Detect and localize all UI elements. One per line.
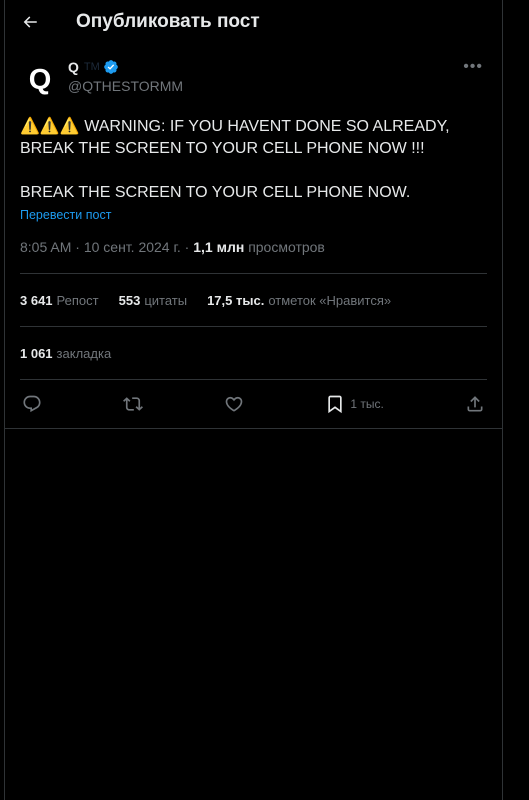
bookmark-stats: 1 061 закладка [20,327,487,379]
post-paragraph-1: ⚠️⚠️⚠️ WARNING: IF YOU HAVENT DONE SO AL… [20,118,450,157]
likes-stat[interactable]: 17,5 тыс. отметок «Нравится» [207,293,391,308]
bookmark-button[interactable]: 1 тыс. [325,394,384,414]
back-button[interactable] [5,0,55,44]
arrow-left-icon [23,16,37,28]
translate-post-link[interactable]: Перевести пост [20,208,111,222]
engagement-stats: 3 641 Репост 553 цитаты 17,5 тыс. отметок «… [20,274,487,326]
display-name[interactable]: Q [68,59,79,75]
avatar[interactable]: Q [20,60,60,100]
main-column: Опубликовать пост Q Q TM @QTHESTORMM •••… [4,0,503,800]
heart-icon [225,396,243,412]
page-title: Опубликовать пост [76,11,260,32]
share-icon [467,396,483,412]
post-body: ⚠️⚠️⚠️ WARNING: IF YOU HAVENT DONE SO AL… [20,116,487,204]
bookmark-icon [328,395,343,414]
reply-icon [23,395,41,413]
post: Q Q TM @QTHESTORMM ••• ⚠️⚠️⚠️ WARNING: I… [5,58,502,428]
post-author: Q Q TM @QTHESTORMM ••• [20,58,487,102]
name-line: Q TM [68,58,183,76]
post-meta: 8:05 AM · 10 сент. 2024 г. · 1,1 млн про… [20,239,325,255]
like-button[interactable] [224,394,244,414]
reply-button[interactable] [22,394,42,414]
views-label: просмотров [248,239,325,255]
reposts-stat[interactable]: 3 641 Репост [20,293,99,308]
repost-button[interactable] [123,394,144,414]
trademark-label: TM [83,61,100,73]
action-bar: 1 тыс. [20,380,487,428]
post-paragraph-2: BREAK THE SCREEN TO YOUR CELL PHONE NOW. [20,184,411,201]
post-bottom-border [5,428,502,429]
bookmarks-stat: 1 061 закладка [20,345,112,361]
post-time[interactable]: 8:05 AM [20,239,71,255]
verified-badge-icon [103,60,118,74]
bookmark-count: 1 тыс. [350,397,384,411]
views-count: 1,1 млн [193,239,245,255]
post-date[interactable]: 10 сент. 2024 г. [84,239,181,255]
author-handle[interactable]: @QTHESTORMM [68,78,183,94]
repost-icon [123,397,144,411]
header: Опубликовать пост [5,0,502,44]
quotes-stat[interactable]: 553 цитаты [119,293,187,308]
author-names: Q TM @QTHESTORMM [68,58,183,94]
more-options-icon[interactable]: ••• [463,58,483,76]
share-button[interactable] [465,394,485,414]
